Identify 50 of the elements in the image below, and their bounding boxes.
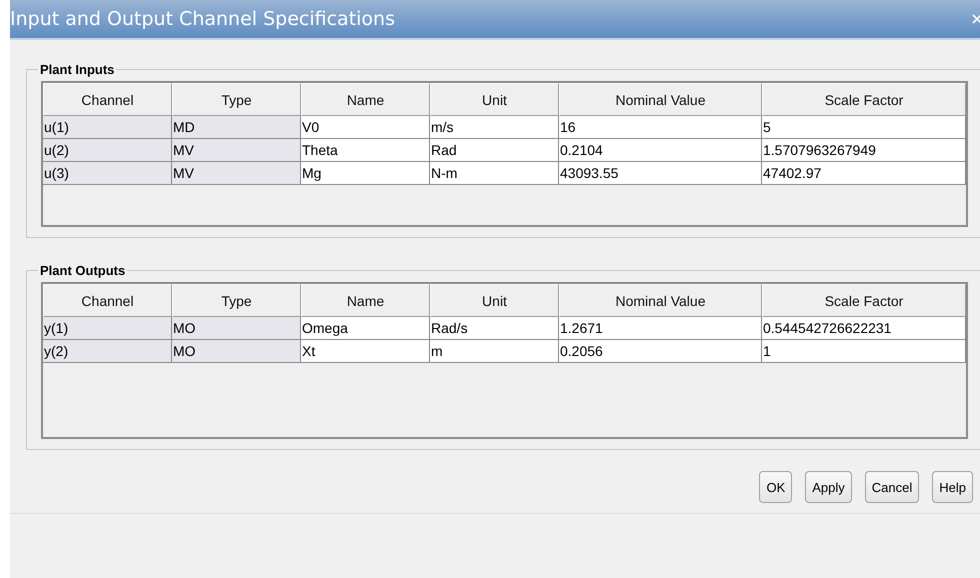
table-cell[interactable]: 0.2104 [559, 139, 762, 162]
column-header[interactable]: Unit [430, 284, 559, 317]
table-cell[interactable]: 1 [762, 340, 966, 363]
table-cell[interactable]: 43093.55 [559, 162, 762, 185]
dialog-button[interactable]: Help [932, 471, 973, 503]
close-icon[interactable] [972, 12, 980, 26]
table-cell[interactable]: 47402.97 [762, 162, 966, 185]
table-cell[interactable]: N-m [430, 162, 559, 185]
table-cell[interactable]: 5 [762, 116, 966, 139]
table-cell: MV [172, 162, 301, 185]
column-header[interactable]: Channel [43, 284, 172, 317]
column-header[interactable]: Name [301, 284, 430, 317]
table-cell: MO [172, 317, 301, 340]
column-header[interactable]: Channel [43, 83, 172, 116]
table-cell: MD [172, 116, 301, 139]
table-cell: MO [172, 340, 301, 363]
table-cell[interactable]: Mg [301, 162, 430, 185]
table-cell[interactable]: 0.2056 [559, 340, 762, 363]
table-cell[interactable]: 0.544542726622231 [762, 317, 966, 340]
table-cell[interactable]: 1.2671 [559, 317, 762, 340]
group-title: Plant Inputs [39, 62, 116, 77]
table-cell[interactable]: V0 [301, 116, 430, 139]
dialog-button[interactable]: Apply [805, 471, 852, 503]
table-cell[interactable]: Theta [301, 139, 430, 162]
column-header[interactable]: Name [301, 83, 430, 116]
table-cell: u(3) [43, 162, 172, 185]
dialog-button[interactable]: OK [759, 471, 792, 503]
table-cell[interactable]: Rad [430, 139, 559, 162]
table-cell[interactable]: Omega [301, 317, 430, 340]
column-header[interactable]: Nominal Value [559, 284, 762, 317]
table-cell[interactable]: m [430, 340, 559, 363]
column-header[interactable]: Type [172, 83, 301, 116]
table-cell: y(2) [43, 340, 172, 363]
table-cell[interactable]: 16 [559, 116, 762, 139]
table-cell: y(1) [43, 317, 172, 340]
column-header[interactable]: Scale Factor [762, 83, 966, 116]
dialog-button[interactable]: Cancel [864, 471, 920, 503]
table-cell[interactable]: 1.5707963267949 [762, 139, 966, 162]
column-header[interactable]: Nominal Value [559, 83, 762, 116]
window-title: Input and Output Channel Specifications [10, 8, 395, 30]
table-cell: u(1) [43, 116, 172, 139]
table-cell: MV [172, 139, 301, 162]
table-cell: u(2) [43, 139, 172, 162]
table-cell[interactable]: m/s [430, 116, 559, 139]
table-cell[interactable]: Rad/s [430, 317, 559, 340]
column-header[interactable]: Type [172, 284, 301, 317]
column-header[interactable]: Unit [430, 83, 559, 116]
table-cell[interactable]: Xt [301, 340, 430, 363]
group-title: Plant Outputs [39, 263, 126, 278]
column-header[interactable]: Scale Factor [762, 284, 966, 317]
